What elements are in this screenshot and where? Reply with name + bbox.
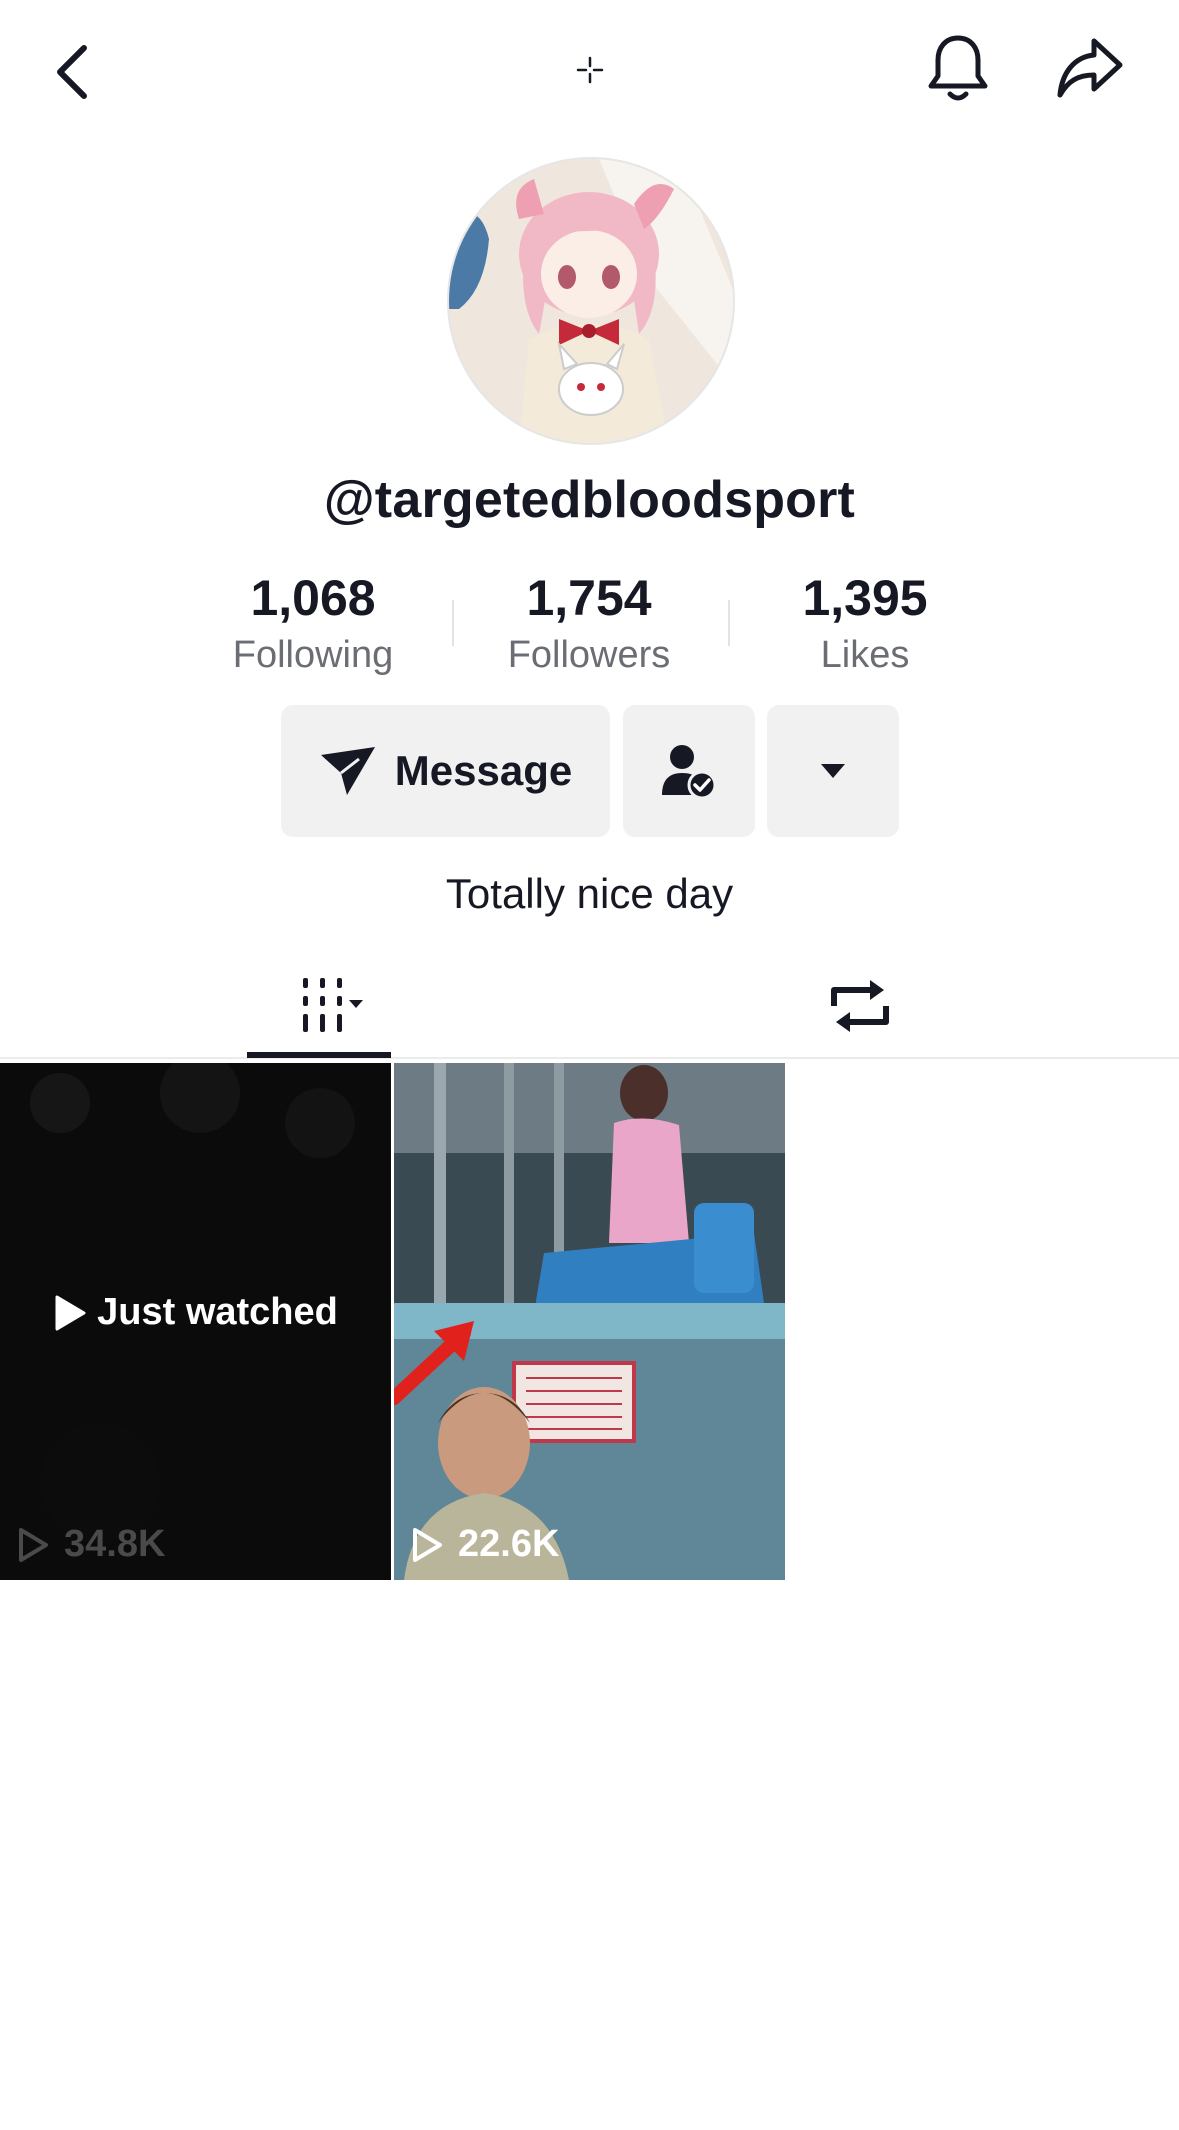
tab-reposts[interactable]	[800, 960, 920, 1052]
repost-icon	[831, 980, 889, 1032]
center-crosshair-icon[interactable]	[570, 50, 610, 90]
user-check-icon	[662, 745, 717, 799]
stat-divider	[728, 600, 730, 646]
view-count: 34.8K	[16, 1523, 165, 1566]
avatar-image	[449, 159, 733, 443]
stat-divider	[452, 600, 454, 646]
tab-videos[interactable]	[247, 960, 391, 1052]
back-button[interactable]	[40, 40, 104, 104]
likes-label: Likes	[820, 633, 910, 676]
bio-text: Totally nice day	[445, 870, 734, 917]
following-count: 1,068	[250, 570, 376, 626]
video-thumbnail[interactable]: Just watched 34.8K	[0, 1063, 391, 1580]
message-button[interactable]: Message	[281, 705, 610, 837]
grid-icon	[303, 978, 363, 1032]
active-tab-indicator	[247, 1052, 391, 1058]
following-label: Following	[232, 633, 394, 676]
chevron-left-icon	[57, 45, 87, 99]
play-outline-icon	[413, 1527, 442, 1562]
username: @targetedbloodsport	[323, 471, 856, 529]
likes-count: 1,395	[802, 570, 928, 626]
bell-icon	[928, 35, 988, 101]
view-count: 22.6K	[410, 1523, 559, 1566]
play-icon	[55, 1295, 86, 1330]
followers-label: Followers	[507, 633, 671, 676]
stat-likes[interactable]: 1,395 Likes	[745, 570, 985, 677]
send-icon	[320, 747, 375, 795]
caret-down-icon	[821, 764, 845, 778]
stat-following[interactable]: 1,068 Following	[193, 570, 433, 677]
more-options-dropdown-button[interactable]	[767, 705, 899, 837]
avatar[interactable]	[447, 157, 735, 445]
play-outline-icon	[19, 1527, 48, 1562]
just-watched-overlay: Just watched	[0, 1291, 391, 1334]
message-label: Message	[394, 747, 573, 794]
share-arrow-icon	[1057, 38, 1123, 98]
friends-button[interactable]	[623, 705, 755, 837]
video-thumbnail-image	[394, 1063, 785, 1580]
video-thumbnail[interactable]: 22.6K	[394, 1063, 785, 1580]
notification-bell-button[interactable]	[918, 26, 998, 110]
share-button[interactable]	[1048, 26, 1132, 110]
tabs-divider	[0, 1057, 1179, 1059]
stat-followers[interactable]: 1,754 Followers	[469, 570, 709, 677]
followers-count: 1,754	[526, 570, 652, 626]
